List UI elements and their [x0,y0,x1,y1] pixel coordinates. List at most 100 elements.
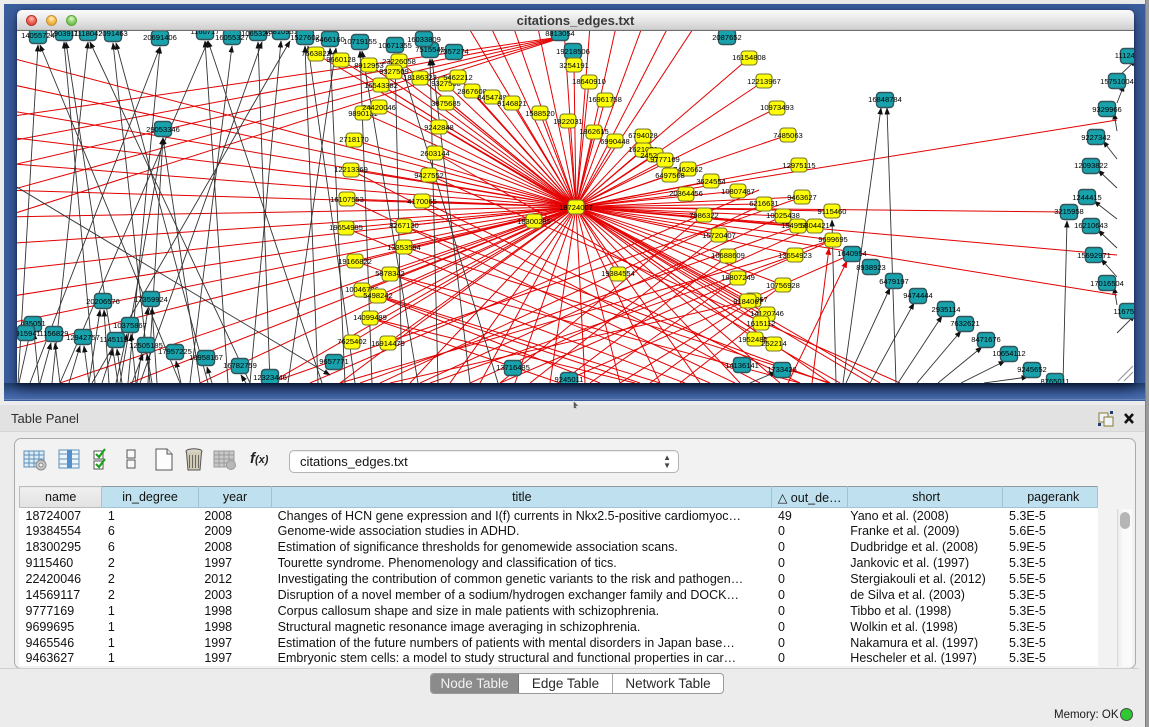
svg-text:16107553: 16107553 [330,195,364,204]
svg-text:9245652: 9245652 [1017,365,1047,374]
svg-text:16914479: 16914479 [371,339,405,348]
svg-text:10756928: 10756928 [766,281,800,290]
svg-text:2091463: 2091463 [98,31,128,38]
svg-text:9463627: 9463627 [787,193,817,202]
svg-text:9115460: 9115460 [818,207,847,216]
svg-text:2603144: 2603144 [420,149,450,158]
svg-text:10807487: 10807487 [721,187,755,196]
svg-text:18724007: 18724007 [559,203,593,212]
svg-text:3215958: 3215958 [1054,207,1084,216]
svg-text:16154808: 16154808 [732,53,766,62]
svg-text:19218506: 19218506 [556,47,590,56]
svg-text:12942757: 12942757 [66,333,100,342]
svg-text:8938923: 8938923 [856,263,886,272]
svg-text:7485063: 7485063 [773,131,803,140]
svg-text:8765011: 8765011 [1041,377,1070,383]
svg-text:6794028: 6794028 [628,131,658,140]
svg-text:19166822: 19166822 [338,257,372,266]
svg-text:1822031: 1822031 [553,117,583,126]
svg-text:252214: 252214 [761,339,786,348]
svg-text:8267130: 8267130 [389,221,419,230]
svg-text:16848784: 16848784 [868,95,902,104]
svg-text:19654985: 19654985 [329,223,363,232]
svg-text:13654923: 13654923 [778,251,812,260]
svg-text:18640910: 18640910 [572,77,606,86]
svg-text:6497568: 6497568 [655,171,685,180]
svg-text:2718170: 2718170 [339,135,369,144]
svg-text:9657771: 9657771 [319,357,349,366]
svg-text:14136141: 14136141 [725,361,759,370]
svg-text:14099489: 14099489 [353,313,387,322]
svg-text:1112480: 1112480 [1115,51,1134,60]
svg-text:17957225: 17957225 [158,347,192,356]
svg-text:9146821: 9146821 [497,99,527,108]
svg-text:7986322: 7986322 [689,211,719,220]
svg-text:1244415: 1244415 [1072,193,1102,202]
svg-text:16033809: 16033809 [407,35,441,44]
svg-text:5462212: 5462212 [443,73,473,82]
svg-text:6466160: 6466160 [315,35,345,44]
svg-text:9474444: 9474444 [903,291,933,300]
svg-text:4170065: 4170065 [407,197,437,206]
svg-text:9777169: 9777169 [650,155,680,164]
svg-text:29053346: 29053346 [146,125,180,134]
svg-text:8813054: 8813054 [545,31,575,38]
svg-text:9699695: 9699695 [818,235,848,244]
svg-text:5498242: 5498242 [363,291,393,300]
svg-text:13353594: 13353594 [387,243,421,252]
svg-text:6990448: 6990448 [600,137,630,146]
svg-text:1862615: 1862615 [579,127,609,136]
svg-text:16782759: 16782759 [223,361,257,370]
svg-text:1640954: 1640954 [837,249,867,258]
svg-text:10688609: 10688609 [711,251,745,260]
svg-text:10375867: 10375867 [113,321,147,330]
svg-text:20364456: 20364456 [669,189,703,198]
svg-text:5804421: 5804421 [800,221,830,230]
svg-text:6479197: 6479197 [879,277,909,286]
svg-text:3875685: 3875685 [431,99,461,108]
svg-text:17016504: 17016504 [1090,279,1124,288]
svg-text:9184067: 9184067 [733,297,763,306]
svg-text:15751004: 15751004 [1100,77,1134,86]
svg-text:15692971: 15692971 [1077,251,1111,260]
svg-text:20691406: 20691406 [143,33,177,42]
svg-text:20206576: 20206576 [86,297,120,306]
svg-text:6216631: 6216631 [749,199,779,208]
svg-text:10654112: 10654112 [992,349,1025,358]
svg-text:10719155: 10719155 [343,37,377,46]
svg-text:9242848: 9242848 [424,123,454,132]
svg-text:7357274: 7357274 [439,47,469,56]
svg-text:18807249: 18807249 [721,273,755,282]
svg-text:9329966: 9329966 [1092,105,1122,114]
svg-text:1733426: 1733426 [767,365,797,374]
svg-text:16961758: 16961758 [588,95,622,104]
svg-text:12213369: 12213369 [334,165,368,174]
svg-text:19384554: 19384554 [601,269,635,278]
svg-text:9245011: 9245011 [555,375,584,383]
svg-text:8471676: 8471676 [971,335,1001,344]
svg-text:13716485: 13716485 [496,363,530,372]
svg-text:9660128: 9660128 [326,55,356,64]
svg-text:24420046: 24420046 [362,103,396,112]
svg-text:2087652: 2087652 [712,33,742,42]
svg-text:11451194: 11451194 [100,335,133,344]
svg-text:1588520: 1588520 [525,109,555,118]
svg-text:7625402: 7625402 [337,337,367,346]
svg-text:9427552: 9427552 [414,171,444,180]
svg-text:10973493: 10973493 [760,103,794,112]
svg-text:10958167: 10958167 [189,353,223,362]
svg-text:9227342: 9227342 [1081,133,1111,142]
svg-text:12975115: 12975115 [782,161,815,170]
svg-text:17359924: 17359924 [134,295,168,304]
svg-text:1615112: 1615112 [747,319,776,328]
svg-text:16543382: 16543382 [364,81,398,90]
svg-text:5878342: 5878342 [375,269,405,278]
svg-text:1156829: 1156829 [40,329,69,338]
svg-text:3915941: 3915941 [17,329,41,338]
svg-text:12213967: 12213967 [747,77,781,86]
svg-text:18300295: 18300295 [517,217,551,226]
svg-text:12323446: 12323446 [253,373,287,382]
svg-text:12093822: 12093822 [1074,161,1108,170]
svg-text:15720407: 15720407 [702,231,736,240]
svg-text:3254191: 3254191 [559,61,589,70]
